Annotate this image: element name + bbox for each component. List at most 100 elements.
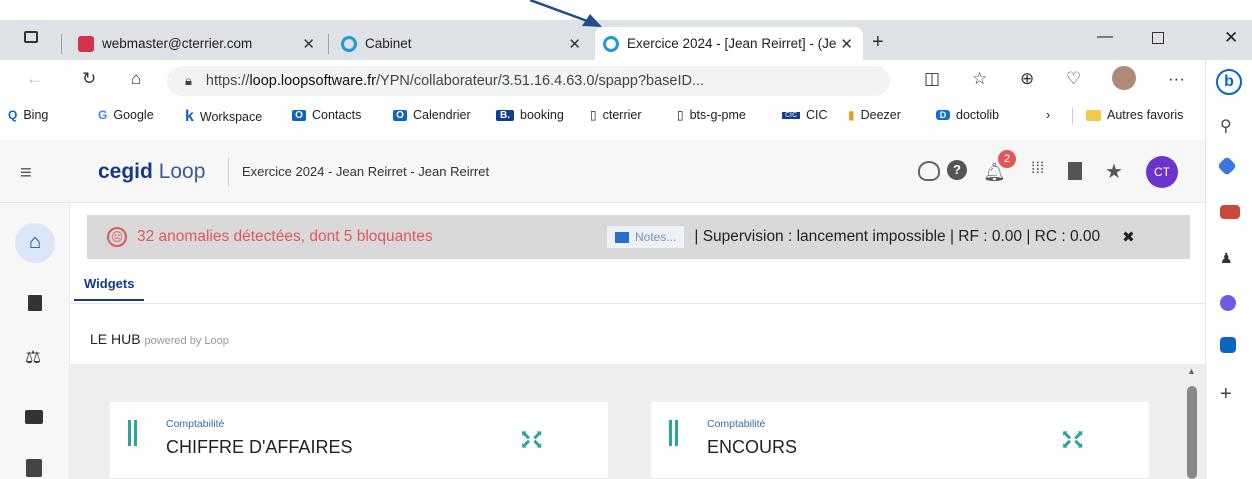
tab-webmaster[interactable]: webmaster@cterrier.com ✕ bbox=[70, 27, 325, 60]
home-icon[interactable]: ⌂ bbox=[131, 69, 141, 89]
bookmark-cterrier[interactable]: ▯ cterrier bbox=[590, 108, 642, 122]
anomaly-text[interactable]: 32 anomalies détectées, dont 5 bloquante… bbox=[137, 228, 607, 246]
workspace-icon: k bbox=[185, 108, 194, 125]
header-divider bbox=[228, 158, 229, 186]
bookmark-icon[interactable] bbox=[1068, 162, 1082, 180]
tab-separator bbox=[61, 34, 62, 54]
bookmark-label: Workspace bbox=[199, 110, 263, 124]
expand-icon[interactable]: ⬉⬈ ⬋⬊ bbox=[1061, 428, 1085, 450]
bookmark-autres-favoris[interactable]: Autres favoris bbox=[1086, 108, 1183, 122]
loop-favicon-icon bbox=[341, 35, 357, 52]
back-icon[interactable]: ← bbox=[26, 69, 43, 89]
bookmark-doctolib[interactable]: Ddoctolib bbox=[936, 108, 999, 122]
bookmark-google[interactable]: G Google bbox=[98, 108, 154, 122]
close-tab-icon[interactable]: ✕ bbox=[840, 35, 853, 53]
nav-home[interactable]: ⌂ bbox=[15, 223, 55, 263]
bookmark-label: Bing bbox=[23, 108, 49, 122]
close-tab-icon[interactable]: ✕ bbox=[568, 35, 581, 53]
favorites-star-icon[interactable]: ★ bbox=[1105, 159, 1123, 184]
profile-avatar[interactable] bbox=[1112, 66, 1136, 90]
bookmark-workspace[interactable]: k Workspace bbox=[185, 108, 262, 126]
notification-badge: 2 bbox=[998, 150, 1016, 168]
office-icon[interactable] bbox=[1220, 295, 1236, 311]
widget-card-chiffre-affaires: Comptabilité CHIFFRE D'AFFAIRES ⬉⬈ ⬋⬊ bbox=[110, 402, 608, 479]
bookmark-deezer[interactable]: ▮ Deezer bbox=[848, 108, 901, 122]
close-alert-icon[interactable]: ✖ bbox=[1122, 228, 1135, 246]
tab-widgets[interactable]: Widgets bbox=[74, 276, 145, 301]
nav-book-icon[interactable] bbox=[28, 295, 42, 311]
drag-handle-icon[interactable] bbox=[669, 420, 672, 446]
user-avatar[interactable]: CT bbox=[1146, 156, 1178, 188]
google-icon: G bbox=[98, 108, 108, 122]
new-tab-icon[interactable]: + bbox=[872, 31, 884, 54]
brand-bold: cegid bbox=[98, 160, 153, 183]
search-icon[interactable]: ⚲ bbox=[1220, 116, 1240, 136]
tab-strip: webmaster@cterrier.com ✕ Cabinet ✕ Exerc… bbox=[0, 20, 1252, 60]
bookmark-label: Contacts bbox=[312, 108, 362, 122]
bookmark-booking[interactable]: B. booking bbox=[496, 108, 564, 122]
address-bar[interactable]: 🔒︎ https://loop.loopsoftware.fr/YPN/coll… bbox=[167, 66, 890, 96]
tab-underline-track bbox=[70, 303, 1205, 304]
health-icon[interactable]: ♡ bbox=[1066, 69, 1081, 89]
folder-icon bbox=[1086, 109, 1101, 121]
close-window-icon[interactable]: ✕ bbox=[1224, 28, 1238, 48]
doctolib-icon: D bbox=[936, 110, 950, 120]
nav-calculator-icon[interactable] bbox=[26, 459, 42, 477]
scrollbar-thumb[interactable] bbox=[1187, 386, 1197, 479]
app-header: ≡ cegid Loop Exercice 2024 - Jean Reirre… bbox=[0, 140, 1205, 203]
bookmark-contacts[interactable]: O Contacts bbox=[292, 108, 361, 122]
nav-cash-icon[interactable] bbox=[25, 410, 43, 424]
shopping-tag-icon[interactable] bbox=[1217, 156, 1237, 176]
widget-title: CHIFFRE D'AFFAIRES bbox=[166, 437, 353, 457]
edge-sidebar: b ⚲ ♟ + bbox=[1205, 60, 1252, 479]
url-prefix: https:// bbox=[205, 73, 250, 89]
widget-category: Comptabilité bbox=[166, 418, 225, 430]
games-icon[interactable]: ♟ bbox=[1220, 250, 1240, 270]
tab-exercice[interactable]: Exercice 2024 - [Jean Reirret] - (Je ✕ bbox=[595, 27, 863, 60]
annotation-arrow-icon bbox=[530, 0, 602, 27]
anomaly-alert-bar: ☹ 32 anomalies détectées, dont 5 bloquan… bbox=[87, 215, 1190, 259]
scroll-up-icon[interactable]: ▲ bbox=[1187, 366, 1196, 376]
supervision-status: | Supervision : lancement impossible | R… bbox=[694, 228, 1101, 245]
refresh-icon[interactable]: ↻ bbox=[82, 69, 96, 89]
bookmark-bts-g-pme[interactable]: ▯ bts-g-pme bbox=[677, 108, 746, 122]
bookmark-label: CIC bbox=[806, 108, 828, 122]
hamburger-menu-icon[interactable]: ≡ bbox=[20, 162, 32, 185]
sad-face-icon: ☹ bbox=[107, 227, 127, 247]
apps-grid-icon[interactable]: ⁞⁞⁞ bbox=[1031, 160, 1044, 178]
add-app-icon[interactable]: + bbox=[1220, 383, 1240, 405]
bookmark-label: bts-g-pme bbox=[689, 108, 746, 122]
word-icon bbox=[615, 231, 629, 243]
bookmark-bing[interactable]: Q Bing bbox=[8, 108, 48, 122]
notes-button[interactable]: Notes... bbox=[607, 226, 685, 248]
page-icon: ▯ bbox=[677, 108, 684, 122]
tab-actions-icon[interactable] bbox=[24, 31, 38, 43]
maximize-icon[interactable] bbox=[1152, 32, 1164, 44]
copilot-icon[interactable]: b bbox=[1216, 69, 1242, 95]
close-tab-icon[interactable]: ✕ bbox=[302, 35, 315, 53]
tools-icon[interactable] bbox=[1220, 205, 1240, 219]
bookmark-label: booking bbox=[520, 108, 564, 122]
bookmarks-bar: Q Bing G Google k Workspace O Contacts O Cale… bbox=[0, 102, 1205, 130]
more-menu-icon[interactable]: ··· bbox=[1168, 69, 1185, 89]
tab-title: webmaster@cterrier.com bbox=[102, 36, 253, 51]
bookmark-calendrier[interactable]: O Calendrier bbox=[393, 108, 471, 122]
page-title: Exercice 2024 - Jean Reirret - Jean Reir… bbox=[242, 164, 490, 179]
hub-subtitle: powered by Loop bbox=[144, 335, 229, 347]
more-bookmarks-icon[interactable]: › bbox=[1046, 108, 1050, 122]
split-screen-icon[interactable]: ◫ bbox=[924, 69, 940, 89]
outlook-icon[interactable] bbox=[1220, 337, 1236, 353]
bookmark-cic[interactable]: CIC CIC bbox=[782, 108, 828, 122]
bookmark-label: Calendrier bbox=[413, 108, 471, 122]
collections-icon[interactable]: ⊕ bbox=[1020, 69, 1034, 89]
bookmark-label: Autres favoris bbox=[1107, 108, 1184, 122]
cic-icon: CIC bbox=[782, 111, 800, 119]
nav-balance-icon[interactable]: ⚖ bbox=[25, 347, 41, 368]
tab-title: Cabinet bbox=[365, 36, 412, 51]
drag-handle-icon[interactable] bbox=[128, 420, 131, 446]
help-icon[interactable]: ? bbox=[947, 160, 967, 180]
assistant-icon[interactable] bbox=[918, 161, 940, 181]
favorites-icon[interactable]: ☆ bbox=[972, 69, 987, 89]
expand-icon[interactable]: ⬉⬈ ⬋⬊ bbox=[520, 428, 544, 450]
minimize-icon[interactable]: — bbox=[1097, 28, 1113, 46]
